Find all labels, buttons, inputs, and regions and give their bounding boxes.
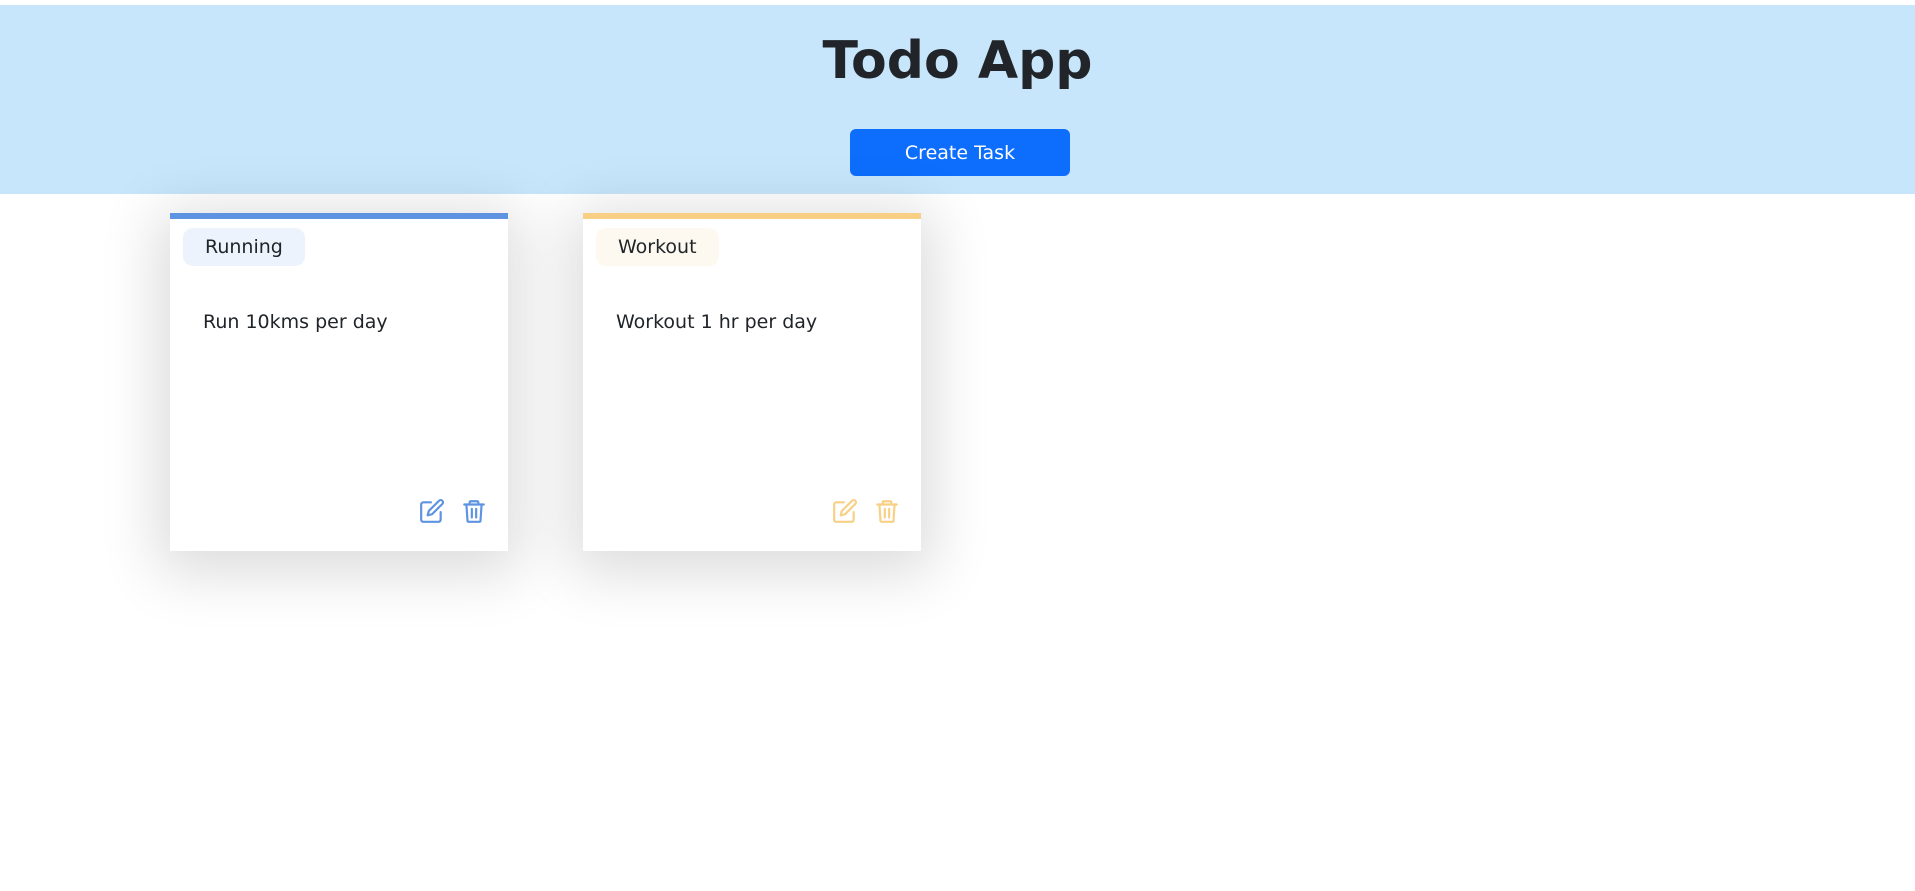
card-actions (419, 498, 487, 524)
task-category-badge: Running (183, 228, 305, 266)
edit-icon[interactable] (832, 498, 858, 524)
card-accent-bar (583, 213, 921, 219)
card-accent-bar (170, 213, 508, 219)
card-actions (832, 498, 900, 524)
create-task-button[interactable]: Create Task (850, 129, 1070, 176)
edit-icon[interactable] (419, 498, 445, 524)
task-card: Running Run 10kms per day (170, 213, 508, 551)
trash-icon[interactable] (874, 498, 900, 524)
page-title: Todo App (822, 31, 1093, 91)
task-card: Workout Workout 1 hr per day (583, 213, 921, 551)
task-description: Run 10kms per day (203, 311, 388, 333)
task-category-badge: Workout (596, 228, 719, 266)
task-description: Workout 1 hr per day (616, 311, 818, 333)
app-header: Todo App Create Task (0, 5, 1915, 194)
trash-icon[interactable] (461, 498, 487, 524)
